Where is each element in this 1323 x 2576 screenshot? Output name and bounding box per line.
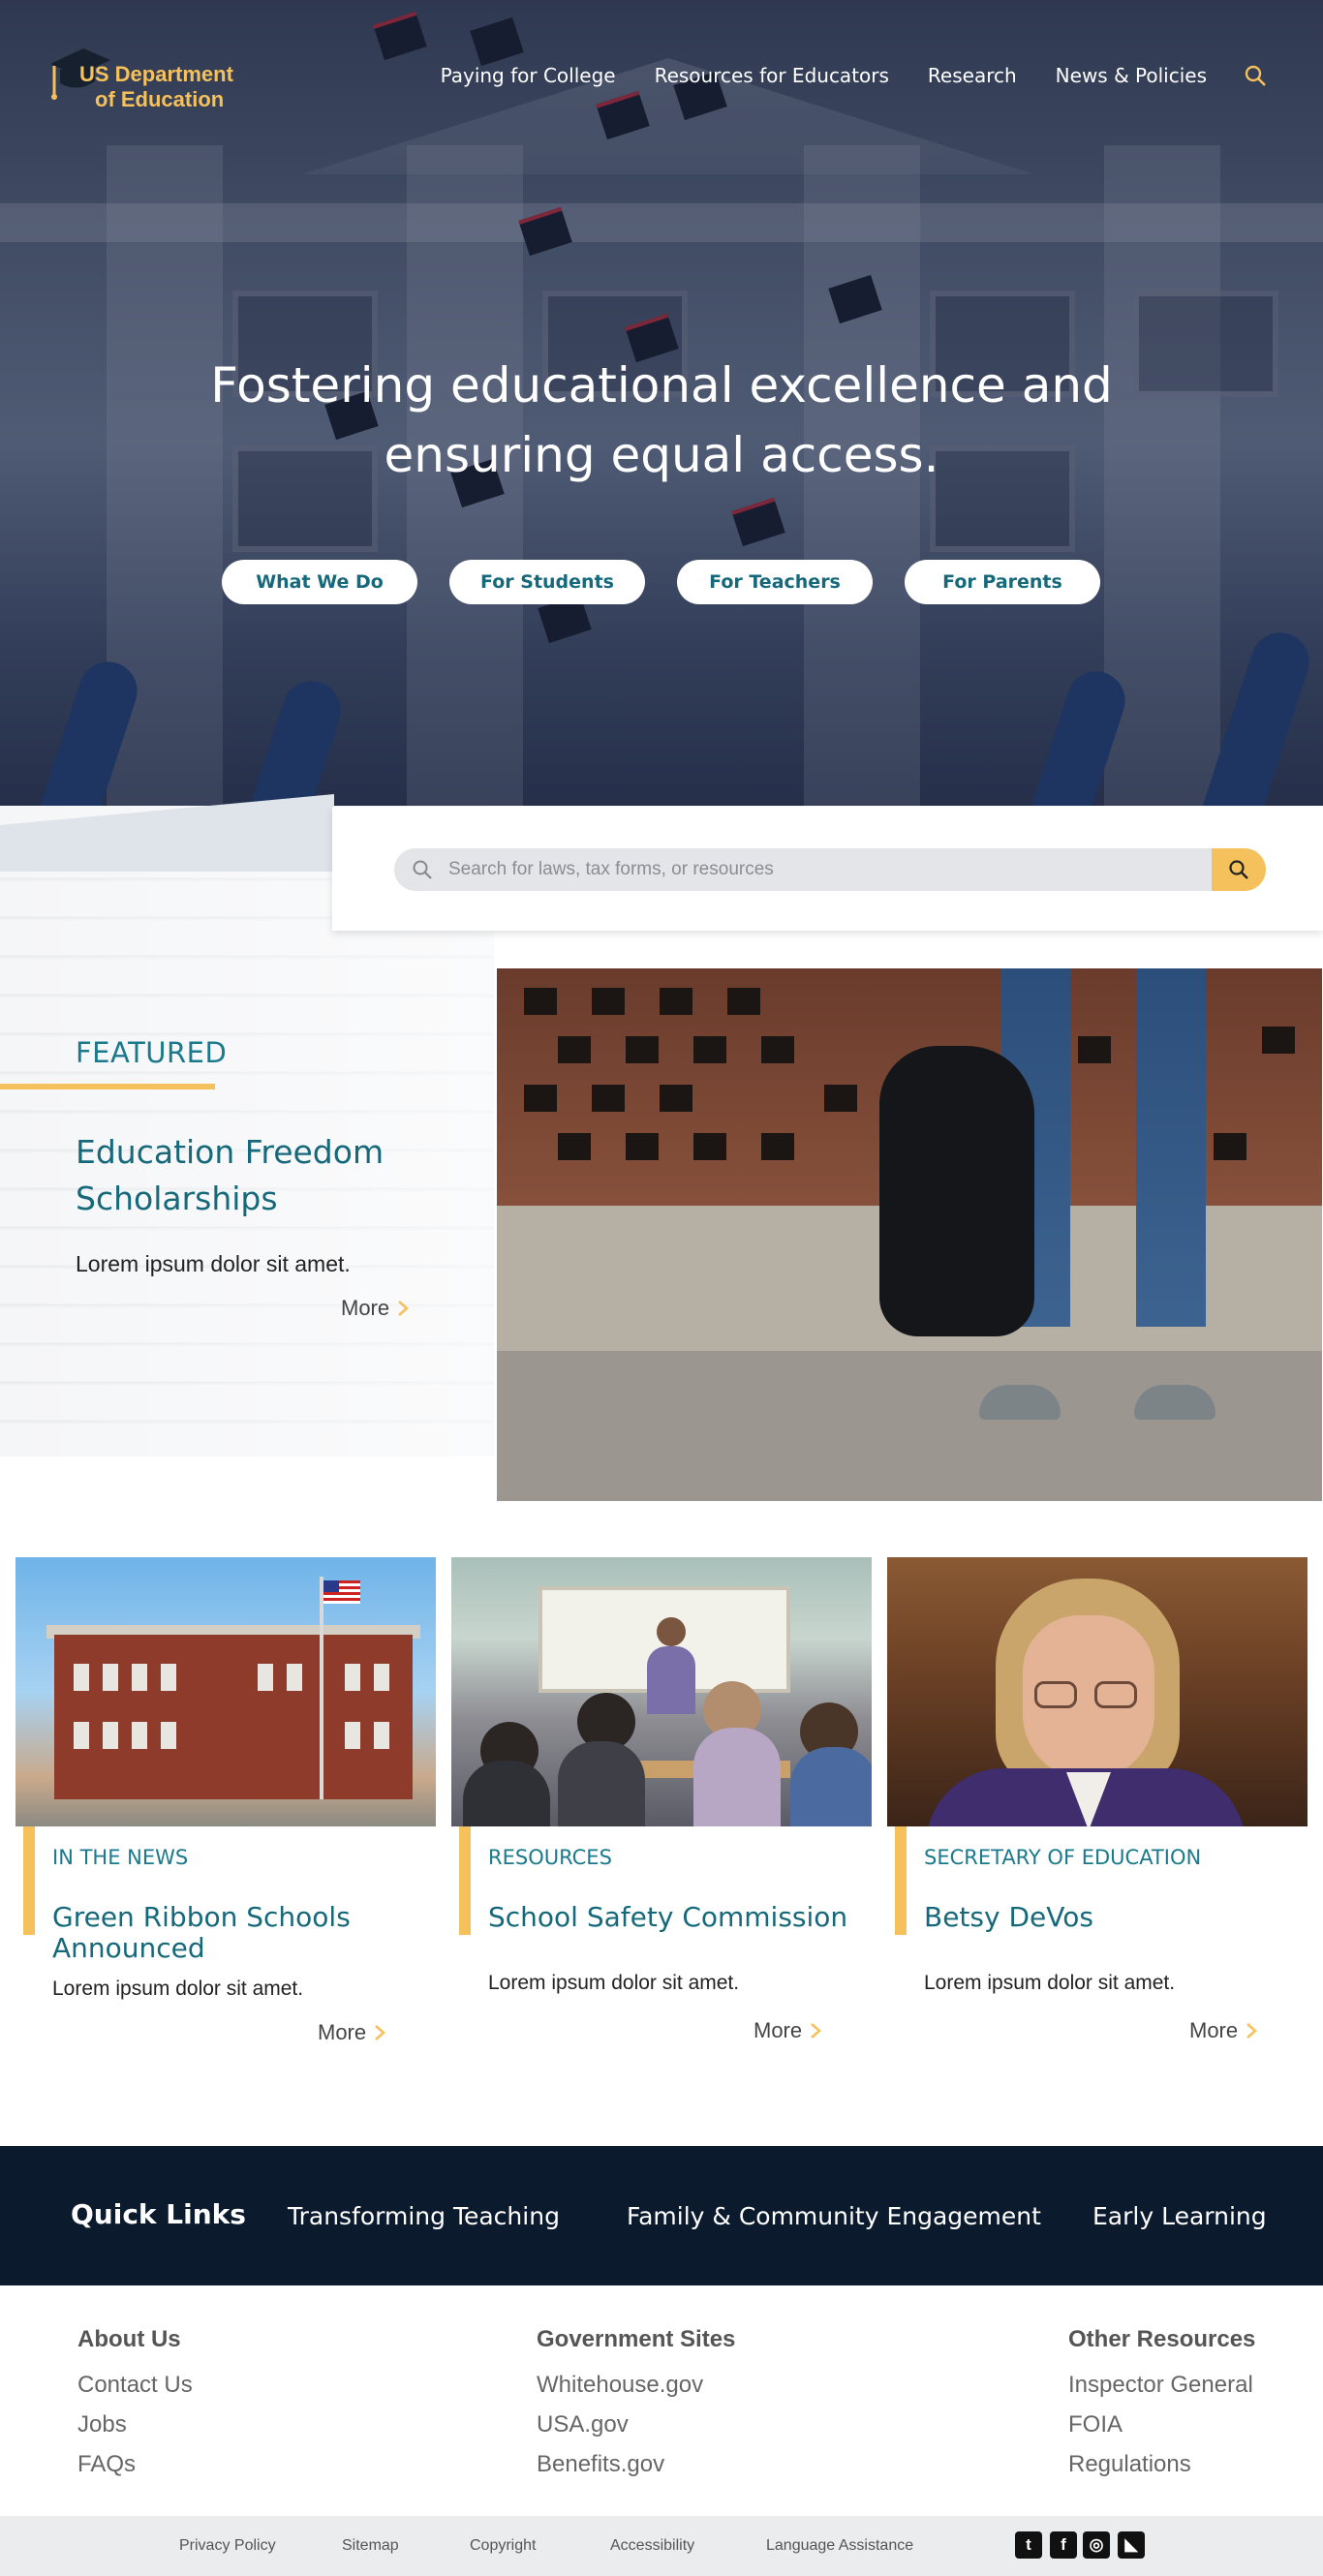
logo-text-line2: of Education [95,87,225,111]
card-text: Lorem ipsum dolor sit amet. [52,1978,304,2000]
card-image-portrait [887,1557,1308,1826]
hero-headline-line1: Fostering educational excellence and [210,357,1113,414]
search-submit-button[interactable] [1212,848,1266,891]
privacy-policy-link[interactable]: Privacy Policy [179,2537,276,2555]
quick-links-title: Quick Links [71,2198,246,2230]
quick-link-transforming-teaching[interactable]: Transforming Teaching [288,2202,560,2230]
quick-links-bar: Quick Links Transforming Teaching Family… [0,2146,1323,2285]
footer-column-about: About Us Contact Us Jobs FAQs [77,2326,193,2484]
language-assistance-link[interactable]: Language Assistance [766,2537,913,2555]
card-text: Lorem ipsum dolor sit amet. [488,1972,740,1994]
card-more-link[interactable]: More [754,2018,822,2043]
resources-card: RESOURCES School Safety Commission Lorem… [451,1557,872,2080]
card-accent-bar [459,1826,471,1935]
twitter-icon[interactable]: t [1015,2531,1042,2559]
what-we-do-button[interactable]: What We Do [222,560,417,604]
card-title[interactable]: School Safety Commission [488,1902,856,1933]
footer-link[interactable]: FAQs [77,2444,193,2484]
search-icon[interactable] [1244,64,1267,87]
featured-text: Lorem ipsum dolor sit amet. [76,1251,351,1276]
card-accent-bar [23,1826,35,1935]
main-nav: Paying for College Resources for Educato… [402,64,1267,87]
quick-link-family-community[interactable]: Family & Community Engagement [627,2202,1041,2230]
footer-column-government: Government Sites Whitehouse.gov USA.gov … [537,2326,735,2484]
card-more-link[interactable]: More [318,2020,386,2045]
for-teachers-button[interactable]: For Teachers [677,560,873,604]
footer-heading[interactable]: About Us [77,2326,193,2353]
footer-link[interactable]: Benefits.gov [537,2444,735,2484]
hero-headline-line2: ensuring equal access. [384,427,939,483]
site-logo[interactable]: US Department of Education [46,39,260,116]
news-card: IN THE NEWS Green Ribbon Schools Announc… [15,1557,436,2080]
card-text: Lorem ipsum dolor sit amet. [924,1972,1176,1994]
hero-headline: Fostering educational excellence and ens… [0,351,1323,490]
more-label: More [754,2018,803,2042]
card-title[interactable]: Green Ribbon Schools Announced [52,1902,420,1964]
logo-text-line1: US Department [79,62,233,86]
footer-heading: Other Resources [1068,2326,1256,2352]
search-panel [332,807,1323,931]
for-students-button[interactable]: For Students [449,560,645,604]
card-image-classroom [451,1557,872,1826]
card-category: RESOURCES [488,1846,612,1869]
search-field-icon [413,860,432,879]
nav-news-policies[interactable]: News & Policies [1056,64,1207,87]
search-bar [394,848,1266,891]
card-more-link[interactable]: More [1189,2018,1258,2043]
nav-paying-for-college[interactable]: Paying for College [441,64,616,87]
nav-research[interactable]: Research [928,64,1017,87]
accessibility-link[interactable]: Accessibility [610,2537,694,2555]
featured-label: FEATURED [76,1036,228,1069]
hero-buttons: What We Do For Students For Teachers For… [222,560,1132,604]
footer-link[interactable]: FOIA [1068,2405,1255,2444]
for-parents-button[interactable]: For Parents [905,560,1100,604]
footer-column-other: Other Resources Inspector General FOIA R… [1068,2326,1255,2484]
card-category: IN THE NEWS [52,1846,189,1869]
card-title[interactable]: Betsy DeVos [924,1902,1292,1933]
card-image-school [15,1557,436,1826]
instagram-icon[interactable]: ◎ [1083,2531,1110,2559]
footer-link[interactable]: Whitehouse.gov [537,2365,735,2405]
nav-resources-for-educators[interactable]: Resources for Educators [655,64,889,87]
featured-underline [0,1084,215,1089]
secretary-card: SECRETARY OF EDUCATION Betsy DeVos Lorem… [887,1557,1308,2080]
chevron-right-icon [1246,2023,1258,2039]
hero-section: US Department of Education Paying for Co… [0,0,1323,806]
card-accent-bar [895,1826,907,1935]
chevron-right-icon [375,2025,386,2040]
more-label: More [318,2020,367,2044]
bottom-bar: Privacy Policy Sitemap Copyright Accessi… [0,2516,1323,2576]
featured-more-link[interactable]: More [341,1296,410,1321]
sitemap-link[interactable]: Sitemap [342,2537,399,2555]
featured-image [497,968,1322,1501]
more-label: More [1189,2018,1239,2042]
copyright-link[interactable]: Copyright [470,2537,536,2555]
chevron-right-icon [398,1301,410,1316]
footer-link[interactable]: USA.gov [537,2405,735,2444]
facebook-icon[interactable]: f [1050,2531,1077,2559]
footer-heading: Government Sites [537,2326,736,2352]
footer-link[interactable]: Contact Us [77,2365,193,2405]
rss-icon[interactable]: ◣ [1118,2531,1145,2559]
footer-link[interactable]: Jobs [77,2405,193,2444]
featured-title[interactable]: Education Freedom Scholarships [76,1129,434,1222]
footer-link[interactable]: Regulations [1068,2444,1255,2484]
quick-link-early-learning[interactable]: Early Learning [1092,2202,1267,2230]
search-input[interactable] [448,856,1185,883]
footer-link[interactable]: Inspector General [1068,2365,1255,2405]
chevron-right-icon [811,2023,822,2039]
search-submit-icon [1229,860,1248,879]
card-category: SECRETARY OF EDUCATION [924,1846,1202,1869]
more-label: More [341,1296,390,1320]
